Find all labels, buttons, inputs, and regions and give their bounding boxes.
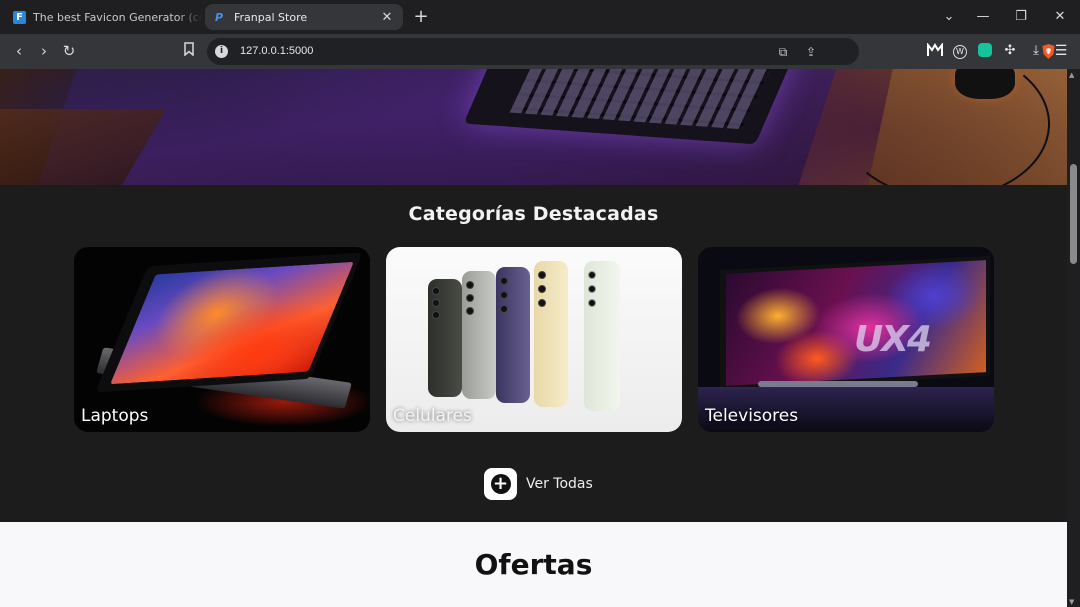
site-info-icon[interactable]: i [215, 45, 228, 58]
see-all-categories-button[interactable]: + Ver Todas [484, 468, 593, 500]
extension-green-icon[interactable] [977, 43, 993, 59]
phone-image [496, 267, 530, 403]
menu-icon[interactable]: ☰ [1053, 43, 1069, 59]
tab-favicon-generator[interactable]: F The best Favicon Generator (completely… [5, 4, 202, 31]
extension-m-icon[interactable] [927, 42, 943, 59]
back-icon[interactable]: ‹ [8, 40, 30, 62]
offers-heading: Ofertas [474, 548, 593, 581]
page-scrollbar[interactable]: ▲ ▼ [1067, 69, 1080, 607]
restore-button[interactable]: ❐ [1011, 7, 1031, 27]
downloads-icon[interactable]: ⤓ [1028, 43, 1044, 59]
plus-icon: + [484, 468, 517, 500]
phone-image [428, 279, 462, 397]
reload-icon[interactable]: ↻ [58, 40, 80, 62]
tab-strip: F The best Favicon Generator (completely… [0, 0, 1080, 34]
see-all-label: Ver Todas [526, 476, 593, 492]
category-card-televisores[interactable]: UX4 Televisores [698, 247, 994, 432]
minimize-button[interactable]: — [973, 7, 993, 27]
address-bar[interactable]: i 127.0.0.1:5000 ⧉ ⇪ [207, 38, 1055, 65]
tv-logo-text: UX4 [854, 319, 932, 360]
page-viewport: Categorías Destacadas Laptops Celulares … [0, 69, 1067, 607]
tab-title: The best Favicon Generator (completely f… [33, 11, 202, 24]
category-label: Laptops [81, 406, 149, 426]
extension-w-icon[interactable]: W [952, 43, 968, 59]
categories-heading: Categorías Destacadas [408, 203, 659, 225]
share-icon[interactable]: ⇪ [803, 44, 819, 60]
scroll-down-icon[interactable]: ▼ [1069, 598, 1074, 606]
favicon-p-icon: P [215, 10, 224, 24]
tab-search-chevron-icon[interactable]: ⌄ [939, 7, 959, 27]
category-label: Televisores [705, 406, 799, 426]
tab-title: Franpal Store [234, 10, 308, 24]
category-card-laptops[interactable]: Laptops [74, 247, 370, 432]
close-window-button[interactable]: ✕ [1050, 7, 1070, 27]
bookmark-icon[interactable] [178, 40, 200, 62]
forward-icon[interactable]: › [33, 40, 55, 62]
favicon-f-icon: F [13, 11, 26, 24]
category-card-celulares[interactable]: Celulares [386, 247, 682, 432]
browser-toolbar: ‹ › ↻ i 127.0.0.1:5000 ⧉ ⇪ W ✣ ⤓ ☰ [0, 34, 1080, 69]
url-text[interactable]: 127.0.0.1:5000 [240, 45, 313, 57]
scroll-up-icon[interactable]: ▲ [1069, 71, 1074, 79]
new-tab-button[interactable]: + [411, 7, 431, 27]
phone-image [584, 261, 620, 411]
tab-franpal-store[interactable]: P Franpal Store ✕ [205, 4, 403, 30]
open-in-app-icon[interactable]: ⧉ [775, 44, 791, 60]
phone-image [534, 261, 568, 407]
hero-banner-image [0, 69, 1067, 185]
offers-section: Ofertas [0, 522, 1067, 607]
category-label: Celulares [393, 406, 472, 426]
extensions-puzzle-icon[interactable]: ✣ [1002, 43, 1018, 59]
scrollbar-thumb[interactable] [1070, 164, 1077, 264]
phone-image [462, 271, 496, 399]
close-icon[interactable]: ✕ [379, 9, 395, 25]
